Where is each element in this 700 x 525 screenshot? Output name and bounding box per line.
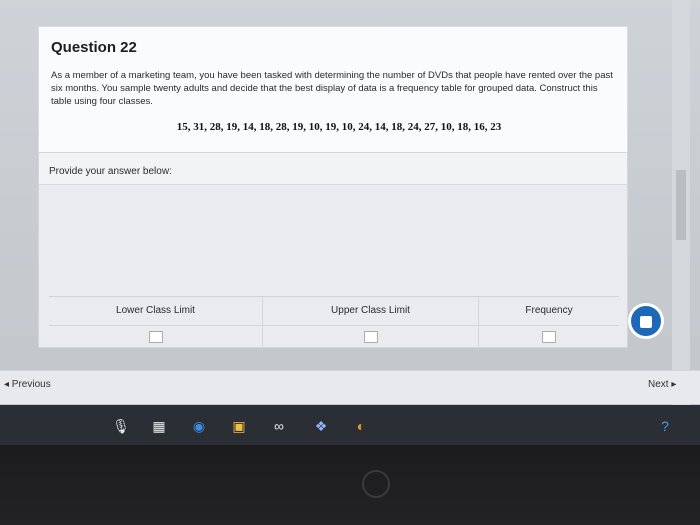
upper-class-limit-input[interactable] bbox=[364, 331, 378, 343]
table-row bbox=[479, 325, 619, 347]
column-header-frequency: Frequency bbox=[525, 305, 573, 316]
data-values: 15, 31, 28, 19, 14, 18, 28, 19, 10, 19, … bbox=[176, 121, 502, 133]
next-button[interactable]: Next ▸ bbox=[648, 379, 676, 390]
monitor-bezel bbox=[0, 445, 700, 525]
previous-button[interactable]: ◂ Previous bbox=[4, 379, 51, 390]
frequency-table: Lower Class Limit Upper Class Limit Freq… bbox=[49, 296, 619, 347]
frequency-input[interactable] bbox=[542, 331, 556, 343]
photos-icon[interactable]: ▣ bbox=[230, 417, 248, 435]
chat-help-button[interactable] bbox=[628, 303, 664, 339]
answer-area: Provide your answer below: Lower Class L… bbox=[38, 152, 628, 348]
help-icon[interactable]: ? bbox=[656, 417, 674, 435]
edge-icon[interactable]: ◉ bbox=[190, 417, 208, 435]
dropbox-icon[interactable]: ❖ bbox=[312, 417, 330, 435]
answer-label: Provide your answer below: bbox=[39, 153, 627, 185]
table-row bbox=[263, 325, 479, 347]
chrome-icon[interactable]: ◐ bbox=[352, 417, 370, 435]
table-row bbox=[49, 325, 263, 347]
lower-class-limit-input[interactable] bbox=[149, 331, 163, 343]
question-title: Question 22 bbox=[51, 39, 137, 56]
scroll-thumb[interactable] bbox=[676, 170, 686, 240]
column-header-lower-class-limit: Lower Class Limit bbox=[49, 297, 263, 325]
question-text: As a member of a marketing team, you hav… bbox=[51, 70, 613, 107]
infinity-icon[interactable]: ∞ bbox=[270, 417, 288, 435]
microphone-icon[interactable]: 🎙 bbox=[112, 417, 130, 435]
scrollbar[interactable] bbox=[672, 0, 690, 405]
navigation-bar: ◂ Previous Next ▸ bbox=[0, 370, 700, 404]
document-icon[interactable]: ▦ bbox=[150, 417, 168, 435]
column-header-upper-class-limit: Upper Class Limit bbox=[263, 297, 479, 325]
taskbar: 🎙 ▦ ◉ ▣ ∞ ❖ ◐ ? bbox=[0, 405, 700, 445]
browser-viewport: Question 22 As a member of a marketing t… bbox=[0, 0, 700, 405]
hp-logo-icon bbox=[362, 470, 390, 498]
chat-icon bbox=[640, 316, 652, 328]
